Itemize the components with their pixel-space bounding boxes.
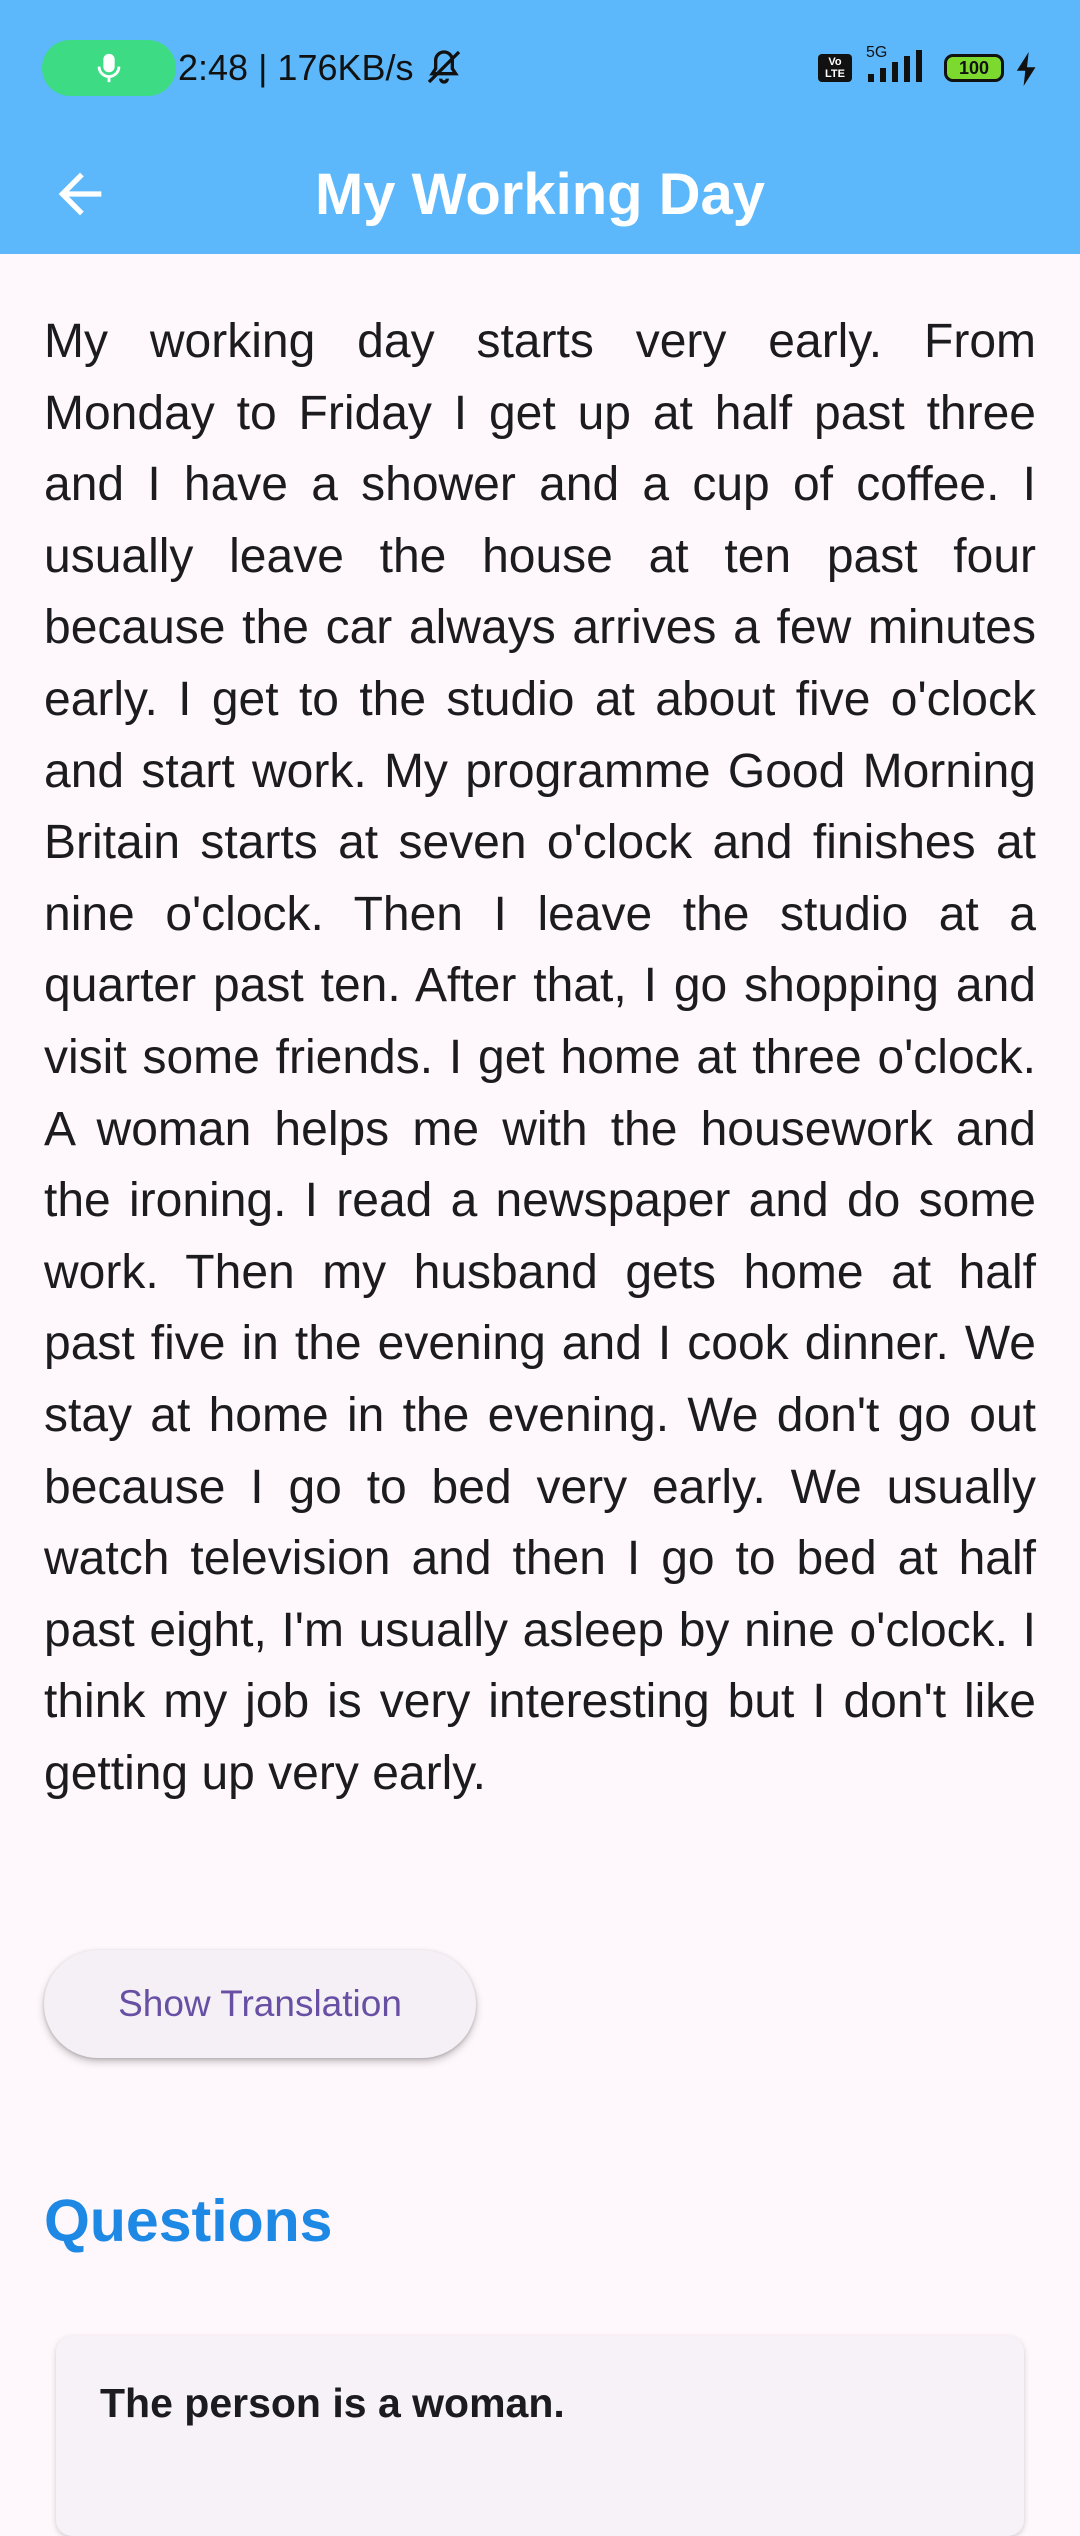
questions-heading: Questions (44, 2188, 333, 2254)
status-bar: 2:48 | 176KB/s Vo LTE 5G 100 (0, 0, 1080, 136)
app-bar: My Working Day (0, 136, 1080, 254)
mic-indicator[interactable] (42, 40, 176, 96)
mute-icon (427, 50, 461, 84)
question-text: The person is a woman. (100, 2380, 565, 2426)
charging-icon (1016, 52, 1036, 86)
battery-icon: 100 (944, 54, 1004, 82)
page-title: My Working Day (314, 162, 766, 227)
mic-icon (97, 53, 121, 83)
battery-level: 100 (958, 58, 990, 78)
question-card[interactable]: The person is a woman. (56, 2336, 1024, 2536)
status-time-speed: 2:48 | 176KB/s (178, 47, 414, 88)
show-translation-button[interactable]: Show Translation (44, 1950, 476, 2058)
signal-icon (868, 50, 922, 82)
story-text: My working day starts very early. From M… (44, 315, 1036, 1800)
volte-icon: Vo LTE (818, 54, 852, 82)
